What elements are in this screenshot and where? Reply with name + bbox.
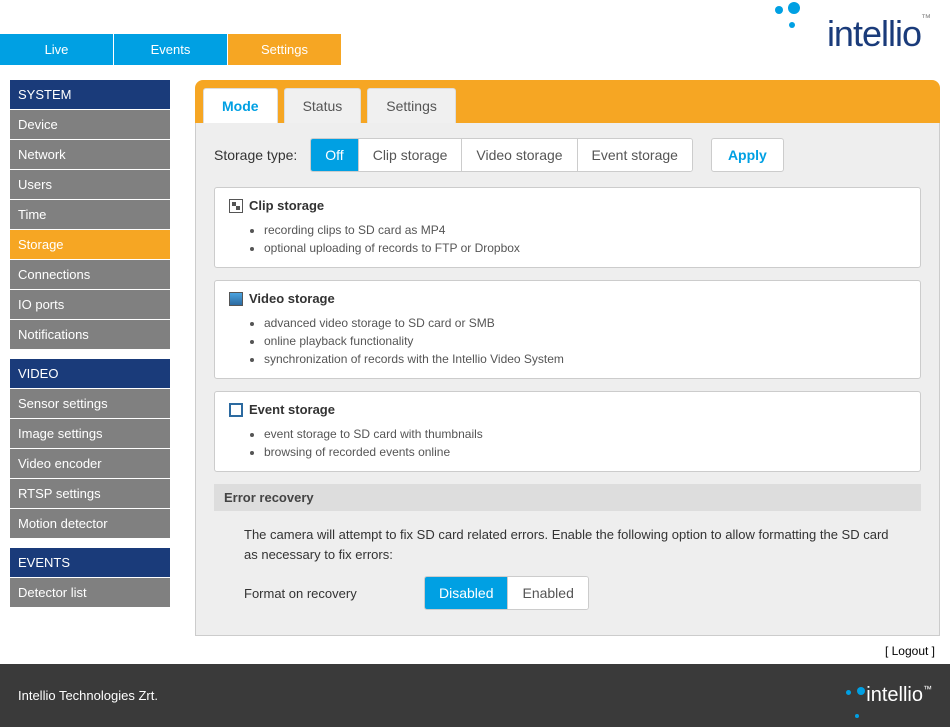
sidebar-item-detector-list[interactable]: Detector list [10, 577, 170, 607]
list-item: event storage to SD card with thumbnails [264, 425, 906, 443]
sidebar-item-connections[interactable]: Connections [10, 259, 170, 289]
sidebar-item-users[interactable]: Users [10, 169, 170, 199]
info-box-list: advanced video storage to SD card or SMB… [264, 314, 906, 368]
info-box-video-storage: Video storage advanced video storage to S… [214, 280, 921, 379]
storage-option-off[interactable]: Off [311, 139, 357, 171]
apply-button[interactable]: Apply [711, 138, 784, 172]
sidebar-item-rtsp-settings[interactable]: RTSP settings [10, 478, 170, 508]
info-box-clip-storage: Clip storage recording clips to SD card a… [214, 187, 921, 268]
format-on-recovery-label: Format on recovery [244, 586, 404, 601]
sidebar-item-notifications[interactable]: Notifications [10, 319, 170, 349]
tab-mode[interactable]: Mode [203, 88, 278, 123]
sidebar-item-image-settings[interactable]: Image settings [10, 418, 170, 448]
info-box-title: Event storage [229, 402, 906, 417]
sidebar: SYSTEMDeviceNetworkUsersTimeStorageConne… [10, 80, 170, 636]
format-on-recovery-toggle: DisabledEnabled [424, 576, 589, 610]
evt-icon [229, 403, 243, 417]
brand-logo: intellio™ [827, 13, 930, 55]
topnav-events[interactable]: Events [114, 34, 228, 65]
storage-option-event-storage[interactable]: Event storage [577, 139, 692, 171]
error-recovery-header: Error recovery [214, 484, 921, 511]
sidebar-item-device[interactable]: Device [10, 109, 170, 139]
info-box-list: recording clips to SD card as MP4optiona… [264, 221, 906, 257]
list-item: synchronization of records with the Inte… [264, 350, 906, 368]
storage-type-row: Storage type: OffClip storageVideo stora… [214, 138, 921, 172]
vid-icon [229, 292, 243, 306]
topnav-settings[interactable]: Settings [228, 34, 342, 65]
sidebar-item-storage[interactable]: Storage [10, 229, 170, 259]
list-item: advanced video storage to SD card or SMB [264, 314, 906, 332]
format-option-disabled[interactable]: Disabled [425, 577, 507, 609]
info-box-list: event storage to SD card with thumbnails… [264, 425, 906, 461]
tab-settings[interactable]: Settings [367, 88, 456, 123]
format-on-recovery-row: Format on recovery DisabledEnabled [214, 576, 921, 620]
info-box-event-storage: Event storage event storage to SD card wi… [214, 391, 921, 472]
storage-type-toggle: OffClip storageVideo storageEvent storag… [310, 138, 693, 172]
error-recovery-text: The camera will attempt to fix SD card r… [214, 511, 921, 576]
sidebar-item-motion-detector[interactable]: Motion detector [10, 508, 170, 538]
sidebar-item-network[interactable]: Network [10, 139, 170, 169]
sidebar-section-events: EVENTS [10, 548, 170, 577]
footer-company: Intellio Technologies Zrt. [18, 688, 158, 703]
info-box-title: Video storage [229, 291, 906, 306]
footer-logo: intellio™ [846, 684, 932, 707]
sidebar-section-system: SYSTEM [10, 80, 170, 109]
sidebar-item-video-encoder[interactable]: Video encoder [10, 448, 170, 478]
storage-type-label: Storage type: [214, 147, 297, 163]
main-area: SYSTEMDeviceNetworkUsersTimeStorageConne… [0, 65, 950, 636]
format-option-enabled[interactable]: Enabled [507, 577, 587, 609]
tab-status[interactable]: Status [284, 88, 362, 123]
topnav-live[interactable]: Live [0, 34, 114, 65]
footer-dots-icon [846, 678, 865, 724]
header: LiveEventsSettings intellio™ [0, 0, 950, 65]
logout-link[interactable]: Logout [892, 644, 929, 658]
logout-row: [ Logout ] [0, 636, 950, 658]
content: ModeStatusSettings Storage type: OffClip… [195, 80, 940, 636]
logo-dots-icon [775, 2, 800, 31]
list-item: browsing of recorded events online [264, 443, 906, 461]
panel: Storage type: OffClip storageVideo stora… [195, 123, 940, 636]
info-box-title: Clip storage [229, 198, 906, 213]
sidebar-item-sensor-settings[interactable]: Sensor settings [10, 388, 170, 418]
footer: Intellio Technologies Zrt. intellio™ [0, 664, 950, 727]
storage-option-clip-storage[interactable]: Clip storage [358, 139, 462, 171]
list-item: optional uploading of records to FTP or … [264, 239, 906, 257]
top-nav: LiveEventsSettings [0, 34, 342, 65]
clip-icon [229, 199, 243, 213]
list-item: online playback functionality [264, 332, 906, 350]
sidebar-item-io-ports[interactable]: IO ports [10, 289, 170, 319]
sidebar-section-video: VIDEO [10, 359, 170, 388]
storage-option-video-storage[interactable]: Video storage [461, 139, 576, 171]
sidebar-item-time[interactable]: Time [10, 199, 170, 229]
list-item: recording clips to SD card as MP4 [264, 221, 906, 239]
tab-bar: ModeStatusSettings [195, 80, 940, 123]
